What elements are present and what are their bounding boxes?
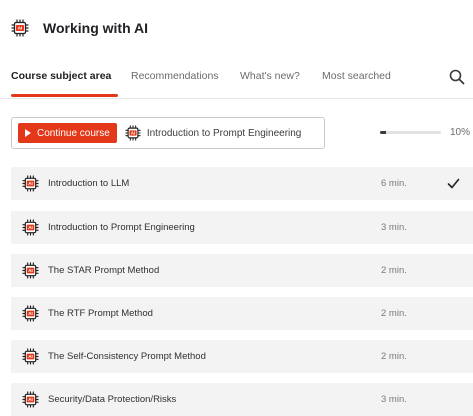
lesson-title: Introduction to Prompt Engineering xyxy=(48,222,195,233)
continue-course-button[interactable]: Continue course xyxy=(18,123,117,143)
svg-text:AI: AI xyxy=(28,225,33,230)
ai-chip-icon: AI xyxy=(22,348,39,365)
ai-chip-icon: AI xyxy=(125,125,141,141)
continue-course-panel: Continue course AI Introduction to Promp… xyxy=(11,117,325,149)
continue-course-label: Continue course xyxy=(37,127,110,139)
ai-chip-icon: AI xyxy=(22,219,39,236)
page-header: AI Working with AI xyxy=(11,16,148,40)
svg-text:AI: AI xyxy=(131,130,135,135)
svg-text:AI: AI xyxy=(18,26,23,32)
lesson-title: Security/Data Protection/Risks xyxy=(48,394,177,405)
lesson-title: The RTF Prompt Method xyxy=(48,308,153,319)
lesson-duration: 3 min. xyxy=(381,394,407,405)
tab-course-subject-area[interactable]: Course subject area xyxy=(11,70,111,82)
lesson-row[interactable]: AI The Self-Consistency Prompt Method 2 … xyxy=(11,340,473,373)
ai-chip-icon: AI xyxy=(22,262,39,279)
ai-chip-icon: AI xyxy=(11,19,29,37)
checkmark-icon xyxy=(447,177,460,195)
search-icon xyxy=(449,69,465,85)
svg-text:AI: AI xyxy=(28,181,33,186)
lesson-row[interactable]: AI Security/Data Protection/Risks 3 min. xyxy=(11,383,473,416)
svg-text:AI: AI xyxy=(28,397,33,402)
lesson-title: The Self-Consistency Prompt Method xyxy=(48,351,206,362)
ai-chip-icon: AI xyxy=(22,391,39,408)
lesson-title: The STAR Prompt Method xyxy=(48,265,160,276)
lesson-duration: 2 min. xyxy=(381,265,407,276)
lesson-row[interactable]: AI The STAR Prompt Method 2 min. xyxy=(11,254,473,287)
tab-whats-new[interactable]: What's new? xyxy=(240,70,300,82)
ai-chip-icon: AI xyxy=(22,175,39,192)
lesson-row[interactable]: AI Introduction to Prompt Engineering 3 … xyxy=(11,211,473,244)
lesson-duration: 2 min. xyxy=(381,308,407,319)
active-tab-indicator xyxy=(11,94,118,97)
tab-bar: Course subject area Recommendations What… xyxy=(0,56,473,99)
svg-text:AI: AI xyxy=(28,354,33,359)
course-progress-text: 10% xyxy=(450,127,471,138)
lesson-row[interactable]: AI The RTF Prompt Method 2 min. xyxy=(11,297,473,330)
lesson-row[interactable]: AI Introduction to LLM 6 min. xyxy=(11,167,473,200)
play-icon xyxy=(25,129,31,137)
ai-chip-icon: AI xyxy=(22,305,39,322)
svg-text:AI: AI xyxy=(28,311,33,316)
lesson-duration: 6 min. xyxy=(381,178,407,189)
tab-recommendations[interactable]: Recommendations xyxy=(131,70,219,82)
lesson-title: Introduction to LLM xyxy=(48,178,130,189)
search-button[interactable] xyxy=(448,68,466,86)
lesson-duration: 2 min. xyxy=(381,351,407,362)
current-course-name[interactable]: Introduction to Prompt Engineering xyxy=(147,128,302,139)
tab-most-searched[interactable]: Most searched xyxy=(322,70,391,82)
course-progress-bar xyxy=(380,131,441,134)
page-title: Working with AI xyxy=(43,20,148,36)
lesson-duration: 3 min. xyxy=(381,222,407,233)
svg-text:AI: AI xyxy=(28,268,33,273)
course-progress-fill xyxy=(380,131,387,134)
